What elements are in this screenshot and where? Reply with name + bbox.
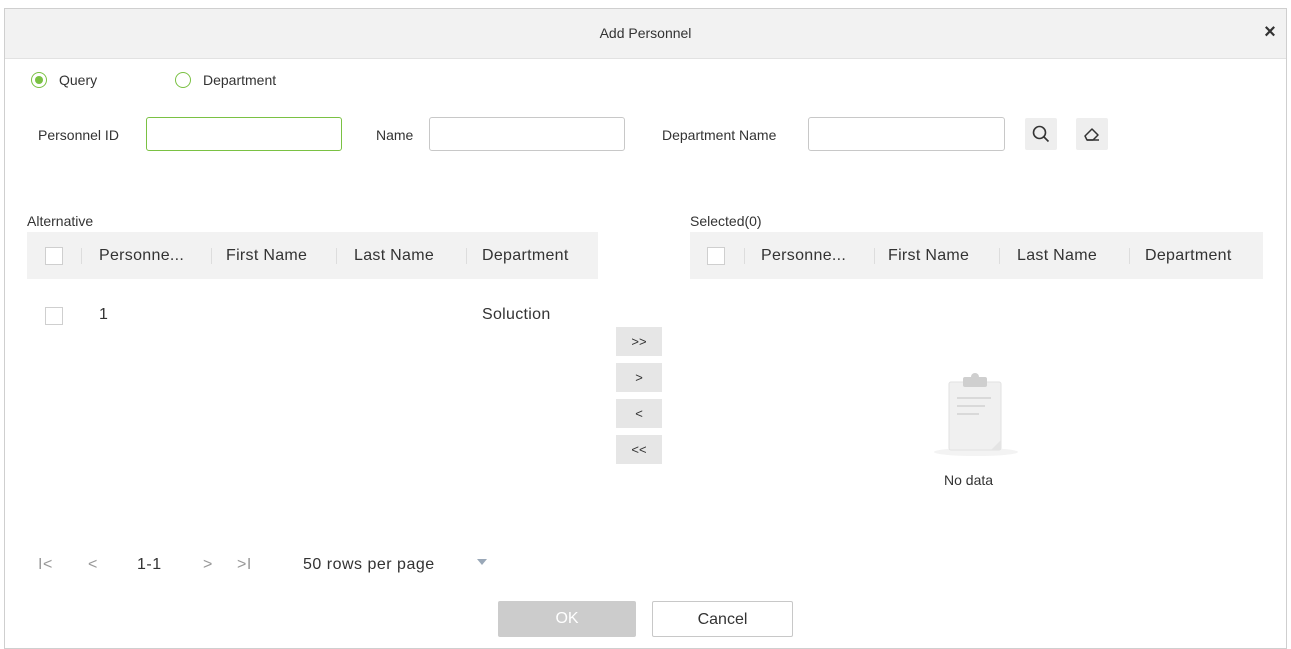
personnel-id-label: Personnel ID <box>38 127 119 143</box>
search-button[interactable] <box>1025 118 1057 150</box>
alternative-select-all-checkbox[interactable] <box>45 247 63 265</box>
move-left-button[interactable]: < <box>616 399 662 428</box>
close-icon[interactable]: × <box>1260 22 1280 42</box>
alt-col-personnel-id[interactable]: Personne... <box>99 232 184 279</box>
column-separator <box>999 248 1000 264</box>
department-name-input[interactable] <box>808 117 1005 151</box>
alternative-title: Alternative <box>27 213 94 229</box>
move-right-button[interactable]: > <box>616 363 662 392</box>
alt-col-department[interactable]: Department <box>482 232 569 279</box>
column-separator <box>81 248 82 264</box>
radio-department[interactable]: Department <box>175 72 276 88</box>
radio-department-label: Department <box>203 72 277 88</box>
dialog-title: Add Personnel <box>599 25 692 41</box>
alt-col-last-name[interactable]: Last Name <box>354 232 434 279</box>
last-page-button[interactable]: >I <box>237 556 252 574</box>
personnel-id-input[interactable] <box>146 117 342 151</box>
name-input[interactable] <box>429 117 625 151</box>
column-separator <box>466 248 467 264</box>
column-separator <box>1129 248 1130 264</box>
move-all-left-button[interactable]: << <box>616 435 662 464</box>
ok-button[interactable]: OK <box>498 601 636 637</box>
selected-table-header: Personne... First Name Last Name Departm… <box>690 232 1263 279</box>
department-name-label: Department Name <box>662 127 777 143</box>
first-page-button[interactable]: I< <box>38 556 53 574</box>
column-separator <box>874 248 875 264</box>
empty-clipboard-icon <box>934 373 1018 456</box>
selected-title: Selected(0) <box>690 213 762 229</box>
selected-select-all-checkbox[interactable] <box>707 247 725 265</box>
radio-query[interactable]: Query <box>31 72 97 88</box>
dialog-titlebar: Add Personnel × <box>5 9 1286 59</box>
column-separator <box>744 248 745 264</box>
sel-col-first-name[interactable]: First Name <box>888 232 969 279</box>
next-page-button[interactable]: > <box>203 556 213 574</box>
row-checkbox[interactable] <box>45 307 63 325</box>
sel-col-last-name[interactable]: Last Name <box>1017 232 1097 279</box>
row-personnel-id: 1 <box>99 306 109 323</box>
name-label: Name <box>376 127 414 143</box>
no-data-text: No data <box>944 472 994 488</box>
clear-button[interactable] <box>1076 118 1108 150</box>
chevron-down-icon[interactable] <box>477 559 487 565</box>
column-separator <box>211 248 212 264</box>
radio-query-label: Query <box>59 72 98 88</box>
radio-department-indicator[interactable] <box>175 72 191 88</box>
search-icon <box>1032 125 1050 143</box>
alternative-table-header: Personne... First Name Last Name Departm… <box>27 232 598 279</box>
cancel-button[interactable]: Cancel <box>652 601 793 637</box>
sel-col-department[interactable]: Department <box>1145 232 1232 279</box>
eraser-icon <box>1084 128 1099 141</box>
move-all-right-button[interactable]: >> <box>616 327 662 356</box>
page-range: 1-1 <box>137 556 162 573</box>
rows-per-page-select[interactable]: 50 rows per page <box>303 556 435 574</box>
column-separator <box>336 248 337 264</box>
prev-page-button[interactable]: < <box>88 556 98 574</box>
alt-col-first-name[interactable]: First Name <box>226 232 307 279</box>
row-department: Soluction <box>482 306 551 323</box>
sel-col-personnel-id[interactable]: Personne... <box>761 232 846 279</box>
radio-query-indicator[interactable] <box>31 72 47 88</box>
